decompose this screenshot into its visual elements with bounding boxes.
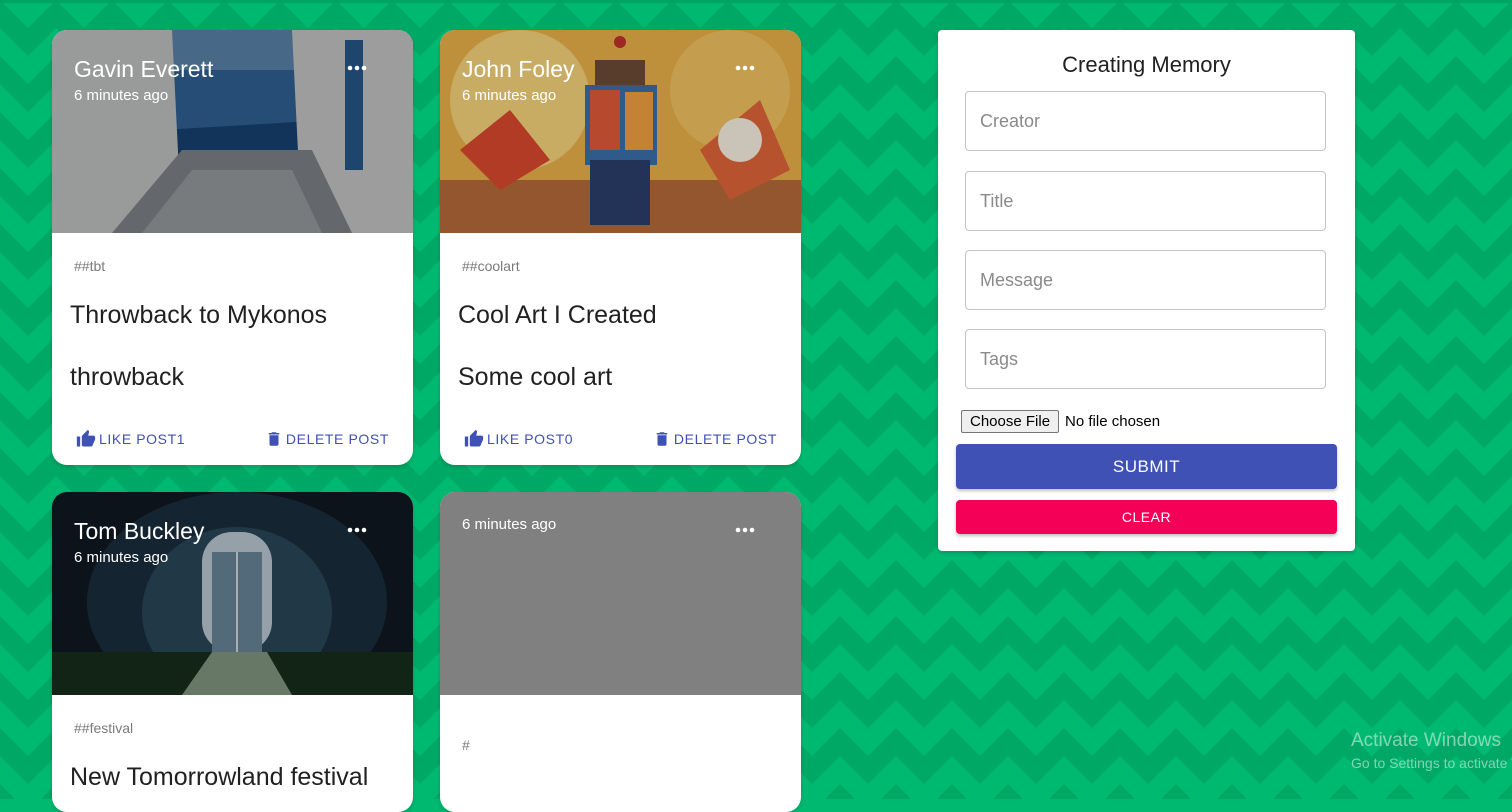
post-tags: # — [462, 737, 470, 753]
like-label: LIKE POST1 — [99, 431, 186, 447]
post-title: New Tomorrowland festival — [70, 763, 369, 791]
post-time: 6 minutes ago — [462, 516, 557, 533]
post-title: Cool Art I Created — [458, 301, 657, 329]
post-card: Tom Buckley 6 minutes ago ##festival New… — [52, 492, 413, 812]
post-card: 6 minutes ago # — [440, 492, 801, 812]
post-image: Tom Buckley 6 minutes ago — [52, 492, 413, 695]
more-horiz-icon[interactable] — [347, 62, 367, 74]
message-input[interactable] — [965, 250, 1326, 310]
file-status: No file chosen — [1065, 413, 1161, 430]
post-creator: Gavin Everett — [74, 56, 214, 82]
more-horiz-icon[interactable] — [735, 62, 755, 74]
like-label: LIKE POST0 — [487, 431, 574, 447]
delete-label: DELETE POST — [673, 431, 777, 447]
watermark-title: Activate Windows — [1351, 730, 1501, 751]
post-time: 6 minutes ago — [74, 87, 169, 104]
title-input[interactable] — [965, 171, 1326, 231]
memory-form: Creating Memory Choose File No file chos… — [938, 30, 1355, 551]
post-title: Throwback to Mykonos — [70, 301, 328, 329]
post-tags: ##festival — [74, 720, 134, 736]
post-actions: LIKE POST1 DELETE POST — [52, 429, 413, 453]
post-image: Gavin Everett 6 minutes ago — [52, 30, 413, 233]
post-time: 6 minutes ago — [462, 87, 557, 104]
post-card: Gavin Everett 6 minutes ago ##tbt Throwb… — [52, 30, 413, 465]
creator-input[interactable] — [965, 91, 1326, 151]
post-tags: ##coolart — [462, 258, 520, 274]
post-actions: LIKE POST0 DELETE POST — [440, 429, 801, 453]
more-horiz-icon[interactable] — [735, 524, 755, 536]
post-creator: Tom Buckley — [74, 518, 205, 544]
activation-watermark: Activate Windows Go to Settings to activ… — [1351, 730, 1512, 771]
more-horiz-icon[interactable] — [347, 524, 367, 536]
post-image-placeholder: 6 minutes ago — [440, 492, 801, 695]
post-message: throwback — [70, 363, 184, 391]
delete-label: DELETE POST — [285, 431, 389, 447]
trash-icon — [656, 432, 668, 446]
post-tags: ##tbt — [74, 258, 106, 274]
tags-input[interactable] — [965, 329, 1326, 389]
delete-button[interactable]: DELETE POST — [265, 429, 389, 449]
clear-button[interactable]: CLEAR — [956, 500, 1337, 534]
watermark-subtitle: Go to Settings to activate Windows. — [1351, 755, 1512, 771]
like-button[interactable]: LIKE POST0 — [464, 429, 573, 449]
like-button[interactable]: LIKE POST1 — [76, 429, 185, 449]
trash-icon — [268, 432, 280, 446]
post-image: John Foley 6 minutes ago — [440, 30, 801, 233]
choose-file-button[interactable]: Choose File — [961, 410, 1060, 433]
top-border — [0, 0, 1512, 3]
form-title: Creating Memory — [1062, 52, 1231, 77]
thumb-up-icon — [76, 429, 96, 447]
post-creator: John Foley — [462, 56, 575, 82]
delete-button[interactable]: DELETE POST — [653, 429, 777, 449]
post-message: Some cool art — [458, 363, 613, 391]
post-time: 6 minutes ago — [74, 549, 169, 566]
thumb-up-icon — [464, 429, 484, 447]
post-card: John Foley 6 minutes ago ##coolart Cool … — [440, 30, 801, 465]
file-picker: Choose File No file chosen — [961, 410, 1160, 433]
submit-button[interactable]: SUBMIT — [956, 444, 1337, 489]
